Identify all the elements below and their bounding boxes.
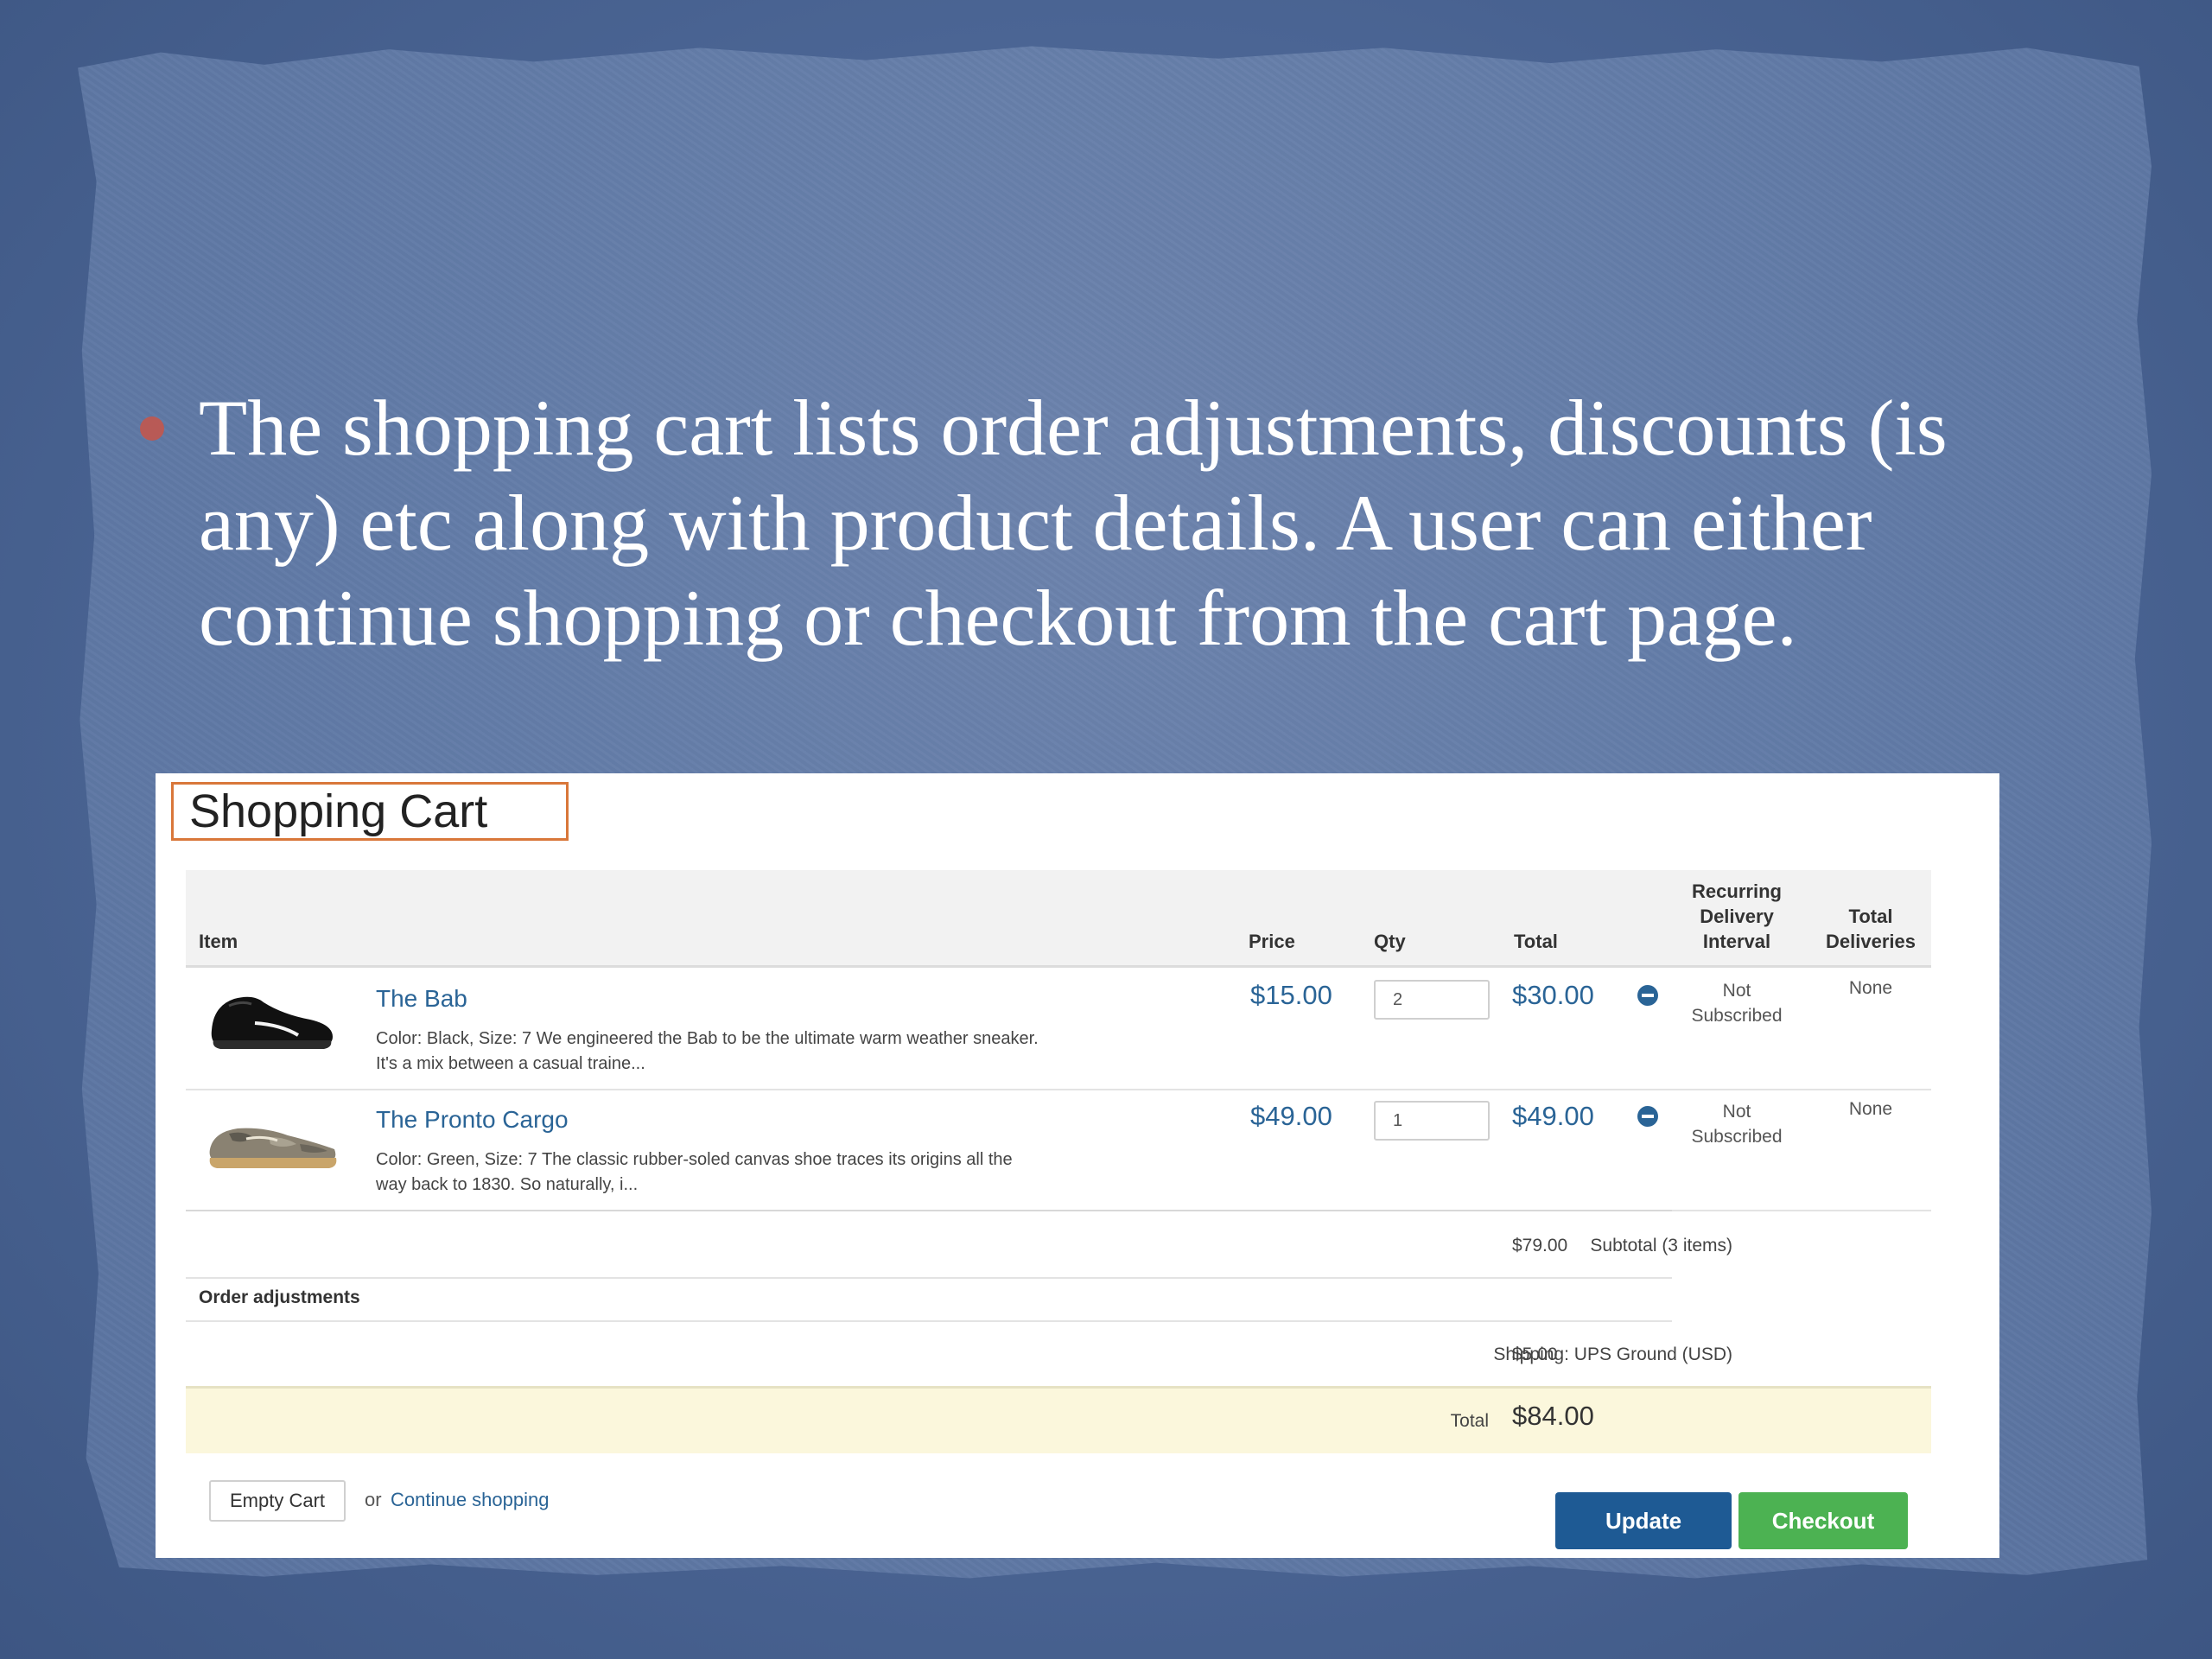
- checkout-button[interactable]: Checkout: [1738, 1492, 1908, 1549]
- subtotal-row: Subtotal (3 items) $79.00: [186, 1210, 1732, 1279]
- column-item: Item: [199, 931, 238, 952]
- product-description-line-2: It's a mix between a casual traine...: [376, 1054, 645, 1073]
- item-price: $15.00: [1250, 980, 1332, 1010]
- column-deliveries-line-2: Deliveries: [1826, 931, 1916, 952]
- empty-cart-button[interactable]: Empty Cart: [209, 1480, 346, 1522]
- product-description-line-1: Color: Green, Size: 7 The classic rubber…: [376, 1150, 1013, 1169]
- column-interval-line-3: Interval: [1702, 931, 1771, 952]
- column-recurring-delivery-interval: Recurring Delivery Interval: [1655, 879, 1819, 954]
- recurring-interval-line-2: Subscribed: [1691, 1006, 1783, 1026]
- order-total-value: $84.00: [1512, 1401, 1594, 1431]
- order-adjustments-label: Order adjustments: [199, 1287, 360, 1307]
- recurring-interval-value: Not Subscribed: [1655, 978, 1819, 1028]
- product-link-the-bab[interactable]: The Bab: [376, 985, 467, 1013]
- shipping-row: Shipping: UPS Ground (USD) $5.00: [186, 1320, 1732, 1386]
- column-interval-line-1: Recurring: [1692, 880, 1782, 902]
- black-sneaker-image: [211, 996, 333, 1049]
- item-price: $49.00: [1250, 1101, 1332, 1131]
- continue-shopping-link[interactable]: Continue shopping: [391, 1489, 549, 1511]
- recurring-interval-value: Not Subscribed: [1655, 1099, 1819, 1149]
- subtotal-label-text: Subtotal (3 items): [1590, 1236, 1732, 1255]
- order-total-label: Total: [1451, 1411, 1489, 1432]
- column-price: Price: [1249, 931, 1295, 952]
- cart-row-the-pronto-cargo: The Pronto Cargo Color: Green, Size: 7 T…: [186, 1089, 1931, 1211]
- cart-row-the-bab: The Bab Color: Black, Size: 7 We enginee…: [186, 968, 1931, 1090]
- product-link-the-pronto-cargo[interactable]: The Pronto Cargo: [376, 1106, 569, 1134]
- column-deliveries-line-1: Total: [1848, 906, 1893, 927]
- product-description: Color: Green, Size: 7 The classic rubber…: [376, 1147, 1223, 1198]
- or-text: or: [365, 1489, 382, 1510]
- subtotal-value: $79.00: [1512, 1236, 1568, 1255]
- cart-table-header: Item Price Qty Total Recurring Delivery …: [186, 870, 1931, 968]
- column-interval-line-2: Delivery: [1700, 906, 1774, 927]
- cart-title: Shopping Cart: [171, 782, 569, 841]
- total-deliveries-value: None: [1848, 978, 1893, 998]
- quantity-input[interactable]: [1374, 1101, 1490, 1141]
- slide-bullet-text: The shopping cart lists order adjustment…: [199, 384, 1948, 662]
- total-deliveries-value: None: [1848, 1099, 1893, 1119]
- quantity-input[interactable]: [1374, 980, 1490, 1020]
- subtotal-label: Subtotal (3 items): [1590, 1236, 1732, 1256]
- column-total-deliveries: Total Deliveries: [1810, 904, 1931, 954]
- column-total: Total: [1514, 931, 1558, 952]
- order-adjustments-row: Order adjustments: [186, 1275, 1672, 1322]
- shipping-value: $5.00: [1512, 1344, 1558, 1364]
- product-description: Color: Black, Size: 7 We engineered the …: [376, 1027, 1223, 1077]
- shopping-cart-screenshot: Shopping Cart Item Price Qty Total Recur…: [156, 773, 1999, 1558]
- product-description-line-2: way back to 1830. So naturally, i...: [376, 1175, 639, 1194]
- recurring-interval-line-1: Not: [1722, 981, 1751, 1001]
- item-total: $49.00: [1512, 1101, 1594, 1131]
- bullet-icon: [140, 416, 164, 441]
- camo-sneaker-image: [209, 1128, 337, 1168]
- column-qty: Qty: [1374, 931, 1406, 952]
- recurring-interval-line-2: Subscribed: [1691, 1127, 1783, 1147]
- item-total: $30.00: [1512, 980, 1594, 1010]
- order-total-label-text: Total: [1450, 1411, 1489, 1431]
- order-total-row: Total $84.00: [186, 1386, 1931, 1453]
- product-description-line-1: Color: Black, Size: 7 We engineered the …: [376, 1029, 1039, 1048]
- update-button[interactable]: Update: [1555, 1492, 1732, 1549]
- recurring-interval-line-1: Not: [1722, 1102, 1751, 1122]
